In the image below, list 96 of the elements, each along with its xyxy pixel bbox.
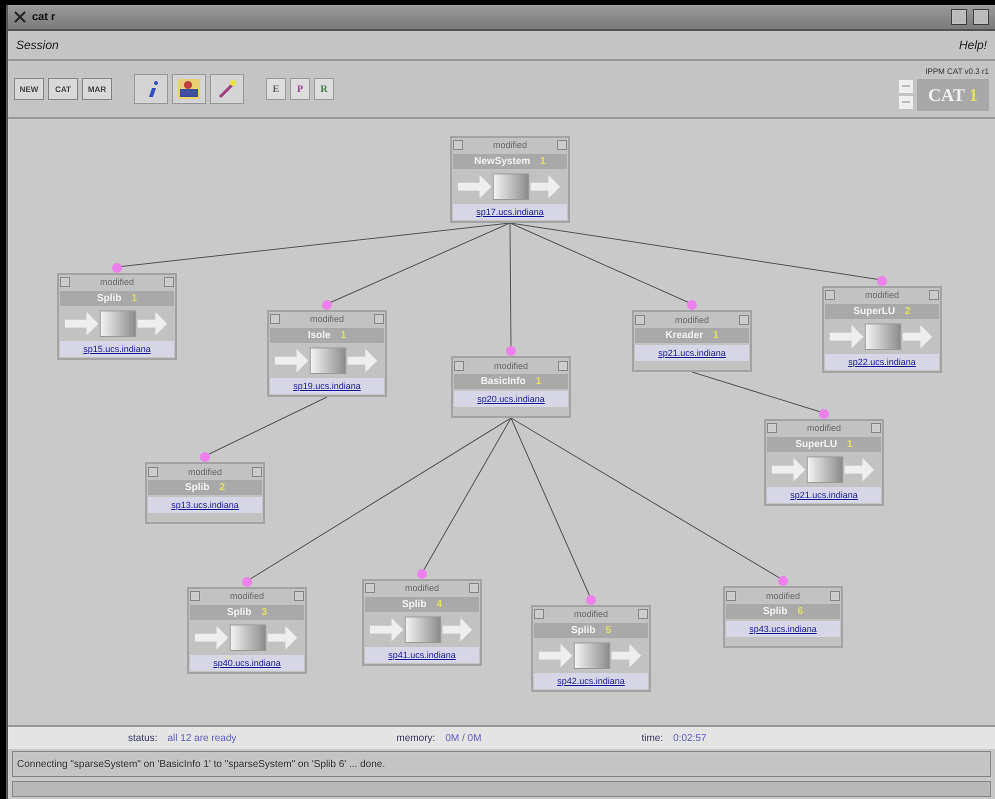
minimize-icon[interactable]: [767, 423, 777, 434]
menu-item[interactable]: Session: [16, 38, 59, 52]
toolbar-button[interactable]: R: [314, 78, 334, 100]
component-node[interactable]: modified Splib 4 sp41.ucs.indiana: [362, 579, 482, 666]
node-status: modified: [806, 423, 842, 434]
component-node[interactable]: modified BasicInfo 1 sp20.ucs.indiana: [451, 356, 571, 418]
close-icon[interactable]: [252, 466, 262, 476]
minimize-icon[interactable]: [534, 609, 544, 620]
host-link[interactable]: sp22.ucs.indiana: [825, 354, 939, 370]
node-status: modified: [764, 590, 802, 600]
close-icon[interactable]: [164, 277, 174, 288]
node-title: Splib 3: [190, 604, 304, 620]
toolbar-button[interactable]: NEW: [14, 78, 44, 100]
horizontal-scrollbar[interactable]: [12, 781, 991, 797]
node-title: Splib 2: [148, 480, 262, 495]
host-link[interactable]: sp41.ucs.indiana: [365, 647, 479, 663]
component-node[interactable]: modified SuperLU 2 sp22.ucs.indiana: [822, 286, 942, 373]
close-icon[interactable]: [558, 360, 568, 370]
component-node[interactable]: modified Splib 6 sp43.ucs.indiana: [723, 586, 843, 648]
close-icon[interactable]: [871, 423, 881, 434]
minimize-icon[interactable]: [365, 583, 375, 594]
component-node[interactable]: modified Kreader 1 sp21.ucs.indiana: [632, 310, 752, 372]
minimize-icon[interactable]: [726, 590, 736, 600]
status-value: all 12 are ready: [167, 732, 236, 744]
component-node[interactable]: modified NewSystem 1 sp17.ucs.indiana: [450, 136, 570, 223]
toolbar-button[interactable]: E: [266, 78, 286, 100]
minimize-icon[interactable]: [635, 314, 645, 324]
node-title: Splib 1: [60, 290, 174, 306]
close-icon[interactable]: [830, 590, 840, 600]
minimize-icon[interactable]: [60, 277, 70, 288]
memory-value: 0M / 0M: [445, 732, 482, 744]
node-status: modified: [308, 314, 346, 324]
minimize-icon[interactable]: [148, 466, 158, 476]
close-icon[interactable]: [739, 314, 749, 324]
toolbar-button[interactable]: CAT: [48, 78, 78, 100]
time-label: time:: [641, 732, 664, 744]
wand-icon[interactable]: [210, 74, 244, 104]
host-link[interactable]: sp42.ucs.indiana: [534, 673, 648, 689]
node-title: Splib 5: [534, 622, 648, 638]
node-status: modified: [404, 583, 440, 594]
host-link[interactable]: sp21.ucs.indiana: [767, 487, 881, 503]
info-icon[interactable]: [134, 74, 168, 104]
close-icon[interactable]: [294, 591, 304, 602]
node-status: modified: [572, 609, 610, 620]
node-title: SuperLU 1: [767, 436, 881, 452]
close-icon[interactable]: [929, 290, 939, 300]
component-node[interactable]: modified Splib 5 sp42.ucs.indiana: [531, 605, 651, 692]
node-status: modified: [674, 314, 710, 324]
host-link[interactable]: sp43.ucs.indiana: [726, 621, 840, 637]
status-label: status:: [128, 732, 158, 744]
node-title: NewSystem 1: [453, 154, 567, 169]
host-link[interactable]: sp15.ucs.indiana: [60, 341, 174, 357]
version-label: IPPM CAT v0.3 r1: [925, 67, 989, 76]
component-node[interactable]: modified SuperLU 1 sp21.ucs.indiana: [764, 419, 884, 506]
time-value: 0:02:57: [673, 732, 706, 744]
node-title: Isole 1: [270, 328, 384, 343]
node-title: Splib 6: [726, 604, 840, 619]
minimize-icon[interactable]: [951, 9, 967, 25]
component-node[interactable]: modified Splib 2 sp13.ucs.indiana: [145, 462, 265, 524]
minimize-icon[interactable]: [453, 140, 463, 150]
host-link[interactable]: sp40.ucs.indiana: [190, 655, 304, 671]
host-link[interactable]: sp21.ucs.indiana: [635, 345, 749, 361]
landscape-icon[interactable]: [172, 74, 206, 104]
window-menu-icon[interactable]: [14, 11, 26, 23]
node-title: SuperLU 2: [825, 304, 939, 319]
close-icon[interactable]: [557, 140, 567, 150]
maximize-icon[interactable]: [973, 9, 989, 25]
node-status: modified: [98, 277, 136, 288]
node-status: modified: [492, 360, 530, 370]
node-title: Splib 4: [365, 596, 479, 612]
host-link[interactable]: sp19.ucs.indiana: [270, 378, 384, 394]
component-node[interactable]: modified Splib 3 sp40.ucs.indiana: [187, 587, 307, 674]
component-node[interactable]: modified Isole 1 sp19.ucs.indiana: [267, 310, 387, 397]
host-link[interactable]: sp17.ucs.indiana: [453, 204, 567, 220]
toolbar-button[interactable]: MAR: [82, 78, 112, 100]
node-title: Kreader 1: [635, 328, 749, 343]
minimize-icon[interactable]: [270, 314, 280, 324]
close-icon[interactable]: [469, 583, 479, 594]
window-title: cat r: [32, 11, 56, 23]
node-status: modified: [228, 591, 266, 602]
menu-item[interactable]: Help!: [958, 38, 987, 52]
node-status: modified: [492, 140, 528, 150]
node-title: BasicInfo 1: [454, 374, 568, 389]
host-link[interactable]: sp20.ucs.indiana: [454, 391, 568, 407]
minimize-icon[interactable]: [454, 360, 464, 370]
close-icon[interactable]: [374, 314, 384, 324]
close-icon[interactable]: [638, 609, 648, 620]
host-link[interactable]: sp13.ucs.indiana: [148, 497, 262, 513]
node-status: modified: [186, 466, 224, 476]
minimize-icon[interactable]: [825, 290, 835, 300]
app-logo: CAT 1: [917, 79, 989, 111]
minimize-icon[interactable]: [190, 591, 200, 602]
memory-label: memory:: [396, 732, 436, 744]
component-node[interactable]: modified Splib 1 sp15.ucs.indiana: [57, 273, 177, 360]
node-status: modified: [864, 290, 900, 300]
toolbar-button[interactable]: P: [290, 78, 310, 100]
